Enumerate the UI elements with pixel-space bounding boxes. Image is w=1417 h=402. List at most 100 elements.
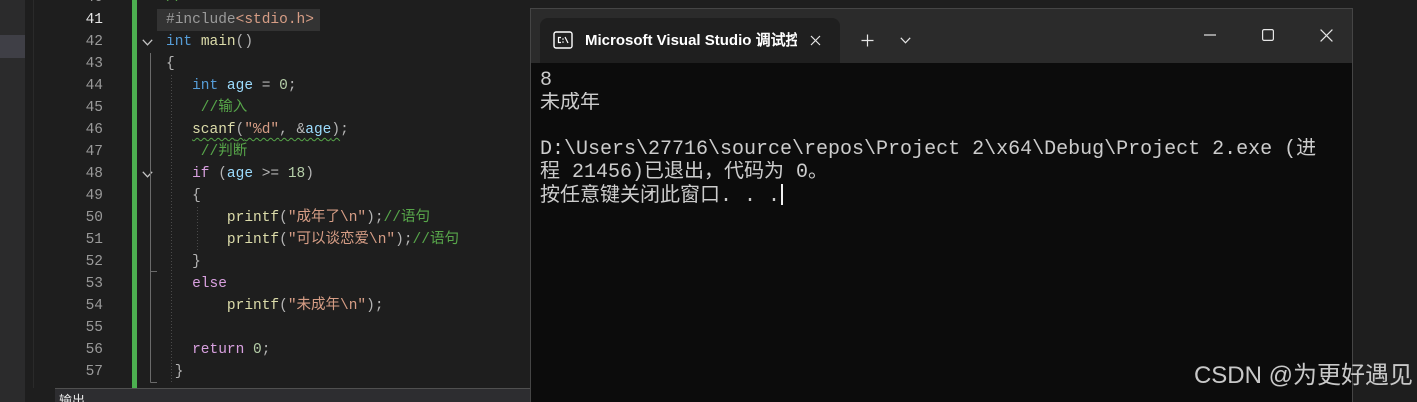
maximize-button[interactable]	[1245, 15, 1291, 55]
console-output[interactable]: 8 未成年 D:\Users\27716\source\repos\Project …	[531, 63, 1352, 207]
code-token: printf	[166, 210, 280, 226]
code-token: }	[166, 254, 201, 270]
fold-chevron-icon[interactable]	[142, 171, 153, 178]
code-lines[interactable]: 40 // 41#include<stdio.h>42int main() 43 {44…	[0, 0, 530, 383]
code-token: "%d"	[244, 122, 280, 138]
line-number: 40	[56, 0, 103, 9]
code-line[interactable]: 49 {	[0, 185, 530, 207]
console-window[interactable]: Microsoft Visual Studio 调试控 8 未成年 D:\Use…	[530, 8, 1353, 402]
code-token: //语句	[412, 232, 459, 248]
code-token: "未成年\n"	[287, 298, 367, 314]
code-line[interactable]: 46 scanf("%d", &age);	[0, 119, 530, 141]
code-line[interactable]: 48 if (age >= 18)	[0, 163, 530, 185]
line-number: 51	[85, 232, 103, 248]
output-panel-tab[interactable]: 输出	[55, 388, 530, 402]
code-token: {	[166, 188, 201, 204]
code-line[interactable]: 40 //	[0, 0, 530, 9]
code-token: age	[305, 122, 332, 138]
line-number: 48	[85, 166, 103, 182]
code-line[interactable]: 54 printf("未成年\n");	[0, 295, 530, 317]
code-token: age	[226, 166, 254, 182]
code-line[interactable]: 55	[0, 317, 530, 339]
code-line[interactable]: 42 int main()	[0, 31, 530, 53]
watermark: CSDN @为更好遇见	[1193, 362, 1413, 389]
code-token: printf	[166, 232, 280, 248]
close-button[interactable]	[1303, 15, 1349, 55]
code-token: (	[279, 232, 288, 248]
console-line-text: 未成年	[540, 92, 600, 115]
tab-close-button[interactable]	[805, 30, 825, 50]
chevron-down-icon	[899, 36, 911, 44]
code-line[interactable]: 45 //输入	[0, 97, 530, 119]
code-token: return	[166, 342, 254, 358]
code-token: 18	[287, 166, 306, 182]
code-token: int	[166, 78, 227, 94]
minimize-button[interactable]	[1187, 15, 1233, 55]
code-token: printf	[166, 298, 280, 314]
code-line[interactable]: 50 printf("成年了\n");//语句	[0, 207, 530, 229]
code-token: ()	[235, 34, 254, 50]
line-number: 52	[85, 254, 103, 270]
title-bar[interactable]: Microsoft Visual Studio 调试控	[531, 9, 1352, 63]
line-number: 43	[85, 56, 103, 72]
code-token: //	[166, 0, 183, 6]
code-token: //判断	[166, 144, 248, 160]
code-line[interactable]: 43 {	[0, 53, 530, 75]
code-token: #include	[166, 12, 236, 28]
tab-dropdown-button[interactable]	[895, 30, 915, 50]
code-token: }	[166, 364, 184, 380]
console-tab[interactable]: Microsoft Visual Studio 调试控	[540, 18, 840, 63]
code-token: 0	[253, 342, 262, 358]
code-token: >=	[253, 166, 288, 182]
code-token: age	[226, 78, 254, 94]
console-line: 程 21456)已退出，代码为 0。	[540, 161, 1352, 184]
code-token: //语句	[383, 210, 430, 226]
tab-title: Microsoft Visual Studio 调试控	[585, 32, 797, 49]
code-text: printf("可以谈恋爱\n");//语句	[157, 229, 465, 251]
code-token: )	[331, 122, 341, 138]
line-number: 49	[85, 188, 103, 204]
code-token: "可以谈恋爱\n"	[287, 232, 396, 248]
code-text: //判断	[157, 141, 253, 163]
line-number: 44	[85, 78, 103, 94]
console-line: 未成年	[540, 92, 1352, 115]
code-text: #include<stdio.h>	[157, 9, 320, 31]
code-token: main	[200, 34, 236, 50]
code-token: "成年了\n"	[287, 210, 367, 226]
line-number: 54	[85, 298, 103, 314]
code-line[interactable]: 47 //判断	[0, 141, 530, 163]
line-number: 53	[85, 276, 103, 292]
code-text: {	[157, 53, 181, 75]
code-line-current[interactable]: 41 #include<stdio.h>	[0, 9, 530, 31]
fold-chevron-icon[interactable]	[142, 39, 153, 46]
code-token: );	[366, 298, 384, 314]
minimize-icon	[1204, 34, 1216, 36]
code-text: }	[157, 361, 189, 383]
code-token: , &	[279, 122, 306, 138]
output-panel-label: 输出	[59, 393, 86, 402]
code-token: );	[366, 210, 384, 226]
code-token: {	[166, 56, 175, 72]
code-text: return 0;	[157, 339, 276, 361]
code-token: if	[166, 166, 210, 182]
code-line[interactable]: 44 int age = 0;	[0, 75, 530, 97]
line-number: 46	[85, 122, 103, 138]
console-line: 按任意键关闭此窗口. . .	[540, 184, 1352, 207]
close-icon	[1319, 28, 1333, 42]
code-token: scanf	[192, 122, 236, 138]
new-tab-button[interactable]	[857, 30, 877, 50]
code-line[interactable]: 53 else	[0, 273, 530, 295]
code-token: )	[305, 166, 314, 182]
code-text: printf("未成年\n");	[157, 295, 390, 317]
code-line[interactable]: 51 printf("可以谈恋爱\n");//语句	[0, 229, 530, 251]
code-token: =	[253, 78, 280, 94]
code-line[interactable]: 57 }	[0, 361, 530, 383]
code-token: ;	[261, 342, 271, 358]
code-line[interactable]: 56 return 0;	[0, 339, 530, 361]
code-line[interactable]: 52 }	[0, 251, 530, 273]
tab-close-icon	[810, 35, 820, 45]
console-line: 8	[540, 69, 1352, 92]
line-number: 47	[85, 144, 103, 160]
